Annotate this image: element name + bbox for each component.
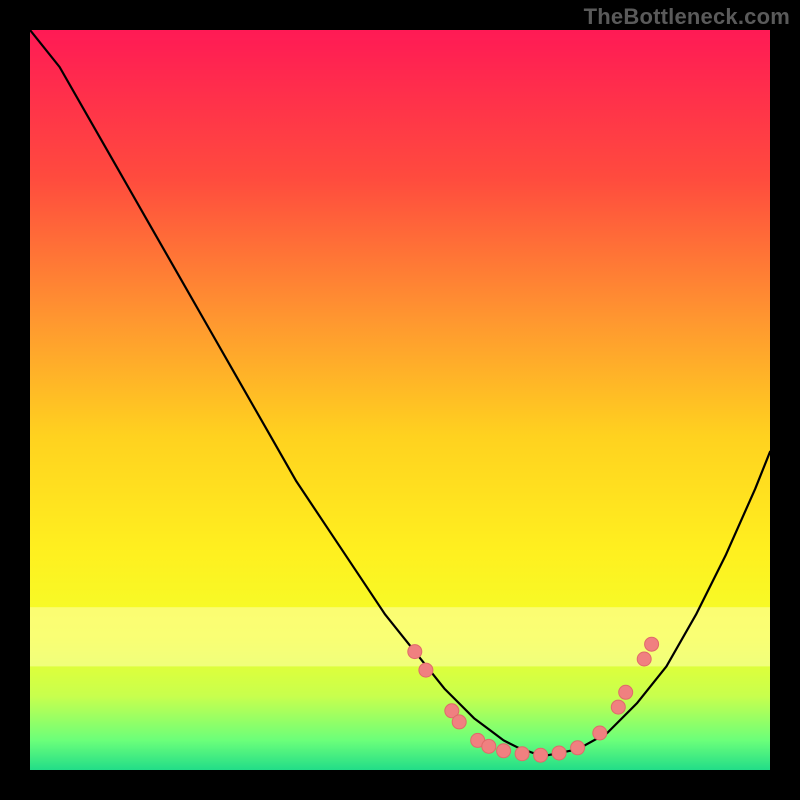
highlight-dot xyxy=(497,744,511,758)
highlight-dot xyxy=(571,741,585,755)
highlight-dot xyxy=(419,663,433,677)
plot-area xyxy=(30,30,770,770)
highlight-dot xyxy=(645,637,659,651)
highlight-dot xyxy=(482,739,496,753)
highlight-dot xyxy=(552,746,566,760)
highlight-dot xyxy=(534,748,548,762)
chart-frame: TheBottleneck.com xyxy=(0,0,800,800)
highlight-dot xyxy=(611,700,625,714)
highlight-dot xyxy=(452,715,466,729)
highlight-dot xyxy=(515,747,529,761)
highlight-dot xyxy=(408,645,422,659)
highlight-dot xyxy=(619,685,633,699)
watermark-label: TheBottleneck.com xyxy=(584,4,790,30)
pale-band xyxy=(30,607,770,666)
highlight-dot xyxy=(637,652,651,666)
highlight-dot xyxy=(593,726,607,740)
bottleneck-chart xyxy=(30,30,770,770)
